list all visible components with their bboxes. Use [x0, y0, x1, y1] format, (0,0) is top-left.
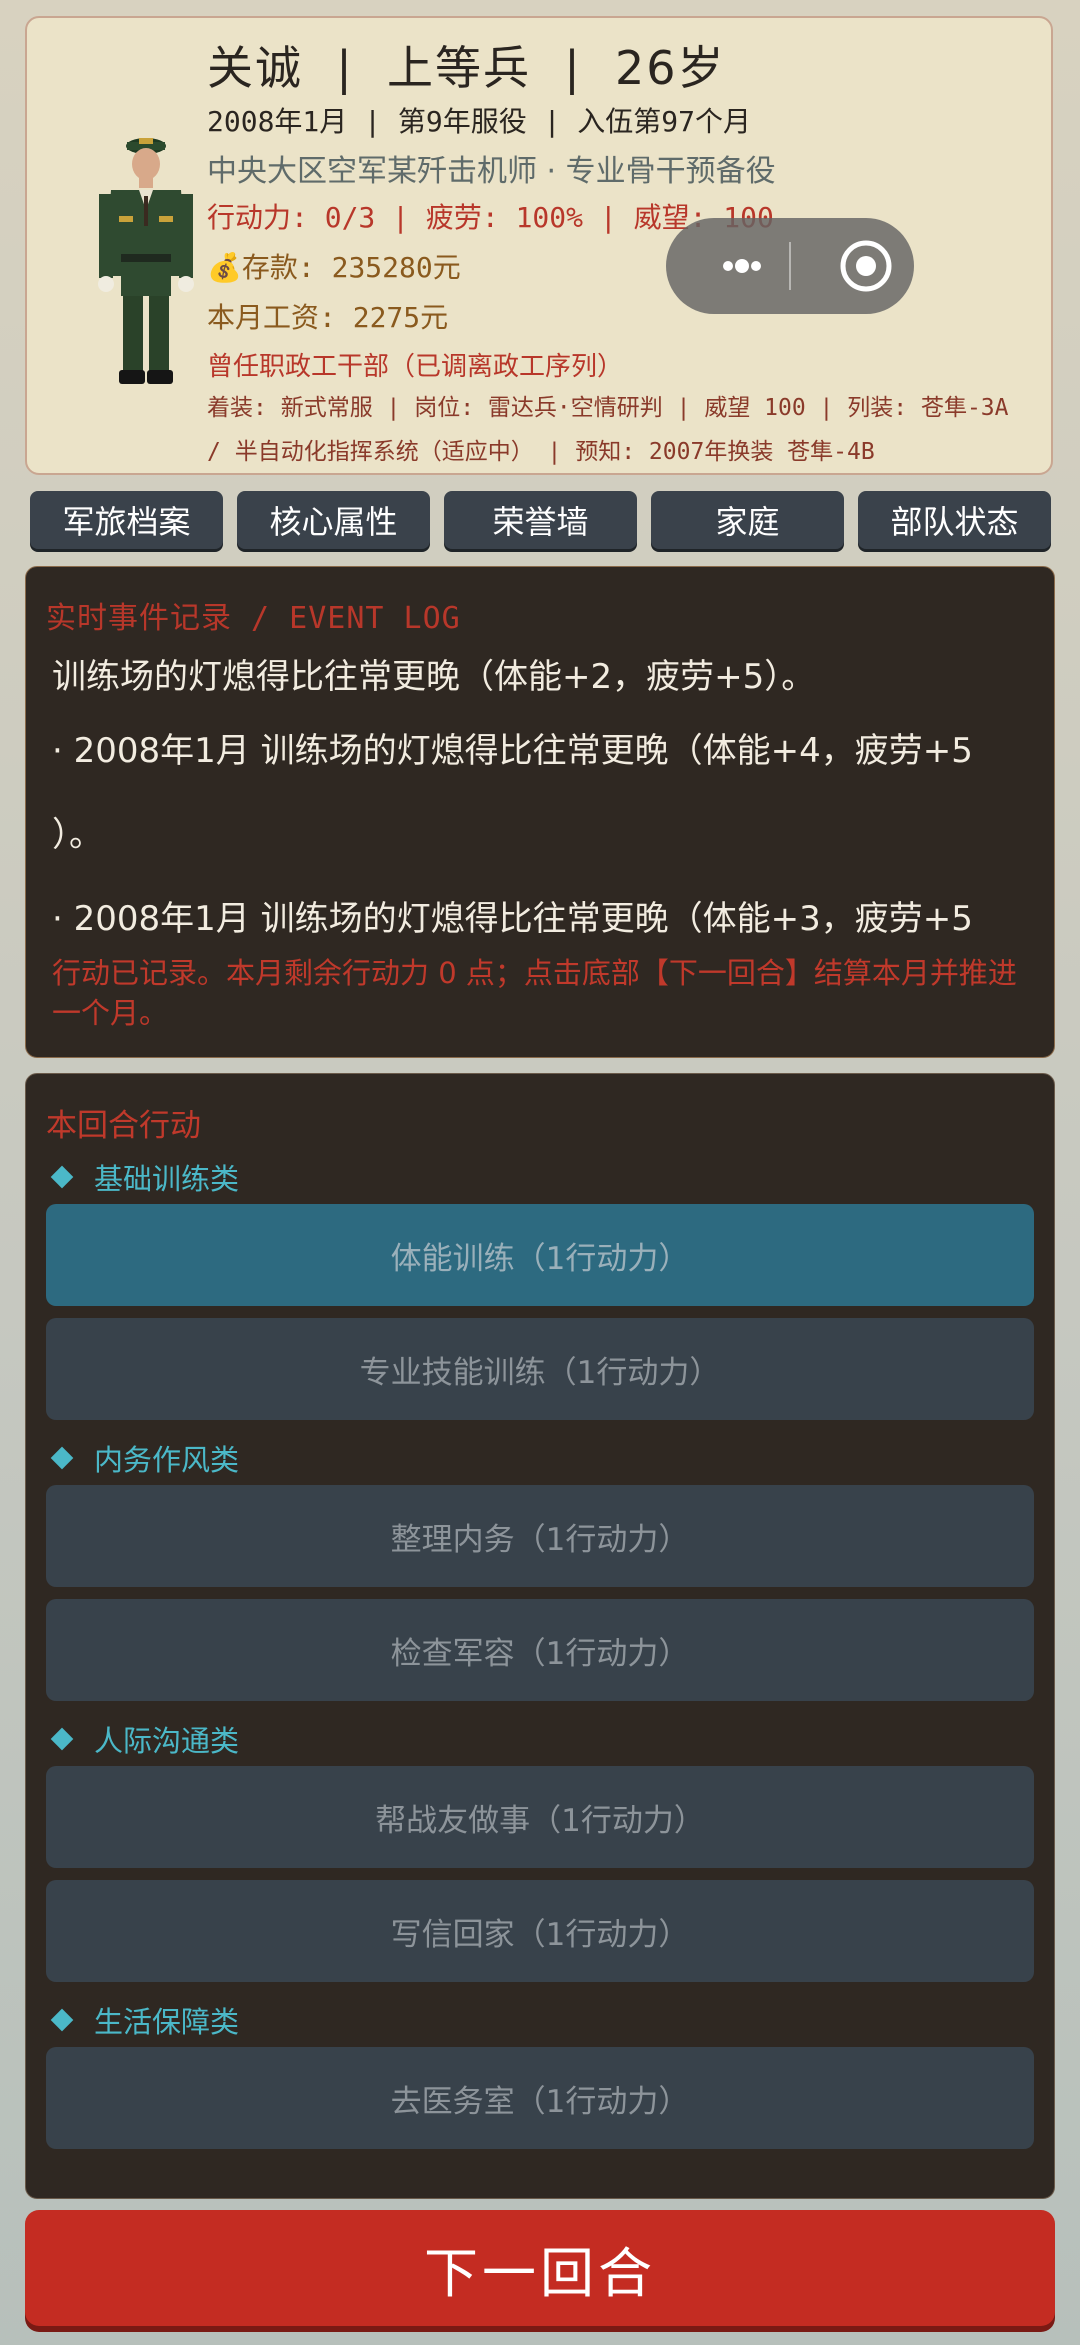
write-home-button[interactable]: 写信回家（1行动力）: [46, 1880, 1034, 1982]
turn-actions-panel: 本回合行动 基础训练类 体能训练（1行动力） 专业技能训练（1行动力） 内务作风…: [25, 1073, 1055, 2199]
money-bag-icon: 💰: [207, 251, 242, 284]
unit-info: 中央大区空军某歼击机师 · 专业骨干预备役: [207, 154, 776, 189]
inspect-appearance-button[interactable]: 检查军容（1行动力）: [46, 1599, 1034, 1701]
service-info: 2008年1月 | 第9年服役 | 入伍第97个月: [207, 105, 752, 138]
category-label: 基础训练类: [94, 1162, 240, 1196]
former-position: 曾任职政工干部（已调离政工序列）: [207, 352, 624, 382]
equipment-info-continued: / 半自动化指挥系统（适应中） | 预知: 2007年换装 苍隼-4B: [207, 439, 875, 465]
diamond-icon: [50, 1727, 74, 1751]
event-log-title: 实时事件记录 / EVENT LOG: [46, 601, 461, 636]
event-log-entry: 训练场的灯熄得比往常更晚（体能+2，疲劳+5）。: [52, 657, 816, 697]
next-turn-button[interactable]: 下一回合: [25, 2210, 1055, 2326]
category-life-support: 生活保障类: [48, 1999, 239, 2041]
tidy-quarters-button[interactable]: 整理内务（1行动力）: [46, 1485, 1034, 1587]
help-comrade-button[interactable]: 帮战友做事（1行动力）: [46, 1766, 1034, 1868]
action-recorded-note: 行动已记录。本月剩余行动力 0 点；点击底部【下一回合】结算本月并推进一个月。: [52, 956, 1017, 1030]
soldier-name-rank-age: 关诚 | 上等兵 | 26岁: [207, 41, 726, 95]
tab-honor-wall[interactable]: 荣誉墙: [444, 491, 637, 549]
physical-training-button[interactable]: 体能训练（1行动力）: [46, 1204, 1034, 1306]
diamond-icon: [50, 2008, 74, 2032]
tab-family[interactable]: 家庭: [651, 491, 844, 549]
category-interpersonal: 人际沟通类: [48, 1718, 239, 1760]
tab-bar: 军旅档案 核心属性 荣誉墙 家庭 部队状态: [30, 491, 1051, 551]
capsule-divider: [789, 242, 791, 290]
savings-text: 存款: 235280元: [241, 251, 461, 284]
category-housekeeping: 内务作风类: [48, 1437, 239, 1479]
turn-actions-title: 本回合行动: [46, 1108, 201, 1144]
category-basic-training: 基础训练类: [48, 1156, 239, 1198]
miniprogram-capsule: [666, 218, 914, 314]
event-log-panel[interactable]: 实时事件记录 / EVENT LOG 训练场的灯熄得比往常更晚（体能+2，疲劳+…: [25, 566, 1055, 1058]
category-label: 生活保障类: [94, 2005, 240, 2039]
savings-row: 💰存款: 235280元: [207, 246, 461, 286]
skill-training-button[interactable]: 专业技能训练（1行动力）: [46, 1318, 1034, 1420]
event-log-entry: ）。: [52, 815, 103, 855]
target-close-icon[interactable]: [818, 218, 914, 314]
event-log-entry: · 2008年1月 训练场的灯熄得比往常更晚（体能+3，疲劳+5: [52, 899, 973, 939]
diamond-icon: [50, 1165, 74, 1189]
diamond-icon: [50, 1446, 74, 1470]
tab-military-profile[interactable]: 军旅档案: [30, 491, 223, 549]
tab-core-attributes[interactable]: 核心属性: [237, 491, 430, 549]
salary-info: 本月工资: 2275元: [207, 301, 449, 334]
soldier-avatar: [98, 138, 194, 384]
category-label: 人际沟通类: [94, 1724, 240, 1758]
event-log-entry: · 2008年1月 训练场的灯熄得比往常更晚（体能+4，疲劳+5: [52, 731, 973, 771]
more-dots-icon[interactable]: [692, 218, 788, 314]
visit-clinic-button[interactable]: 去医务室（1行动力）: [46, 2047, 1034, 2149]
equipment-info: 着装: 新式常服 | 岗位: 雷达兵·空情研判 | 威望 100 | 列装: 苍…: [207, 395, 1009, 421]
category-label: 内务作风类: [94, 1443, 240, 1477]
tab-unit-status[interactable]: 部队状态: [858, 491, 1051, 549]
